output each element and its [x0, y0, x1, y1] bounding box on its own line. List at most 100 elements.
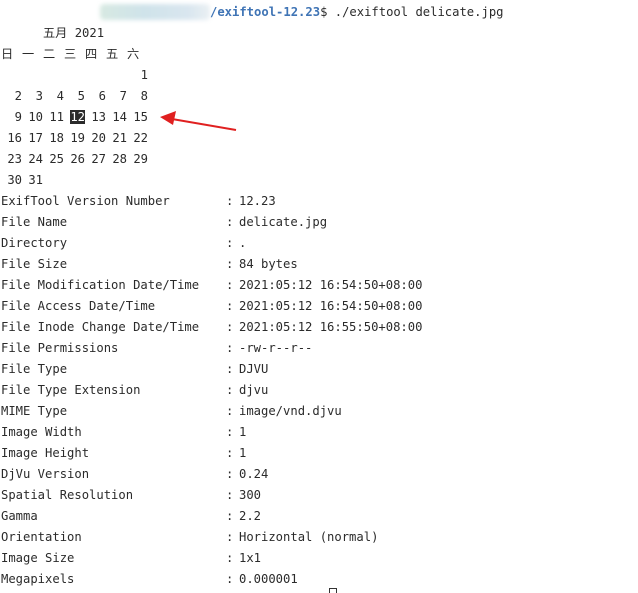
exif-key: MIME Type [1, 404, 68, 418]
exif-key: File Inode Change Date/Time [1, 320, 200, 334]
calendar-day-number: 20 [91, 131, 106, 145]
exif-row: File Permissions: -rw-r--r-- [1, 338, 312, 359]
exif-separator: : [226, 236, 234, 250]
command-text: $ ./exiftool delicate.jpg [320, 5, 504, 19]
exif-value: djvu [239, 383, 269, 397]
exif-row: File Access Date/Time:2021:05:12 16:54:5… [1, 296, 422, 317]
calendar-day-number: 18 [49, 131, 64, 145]
exif-value: 1 [239, 446, 247, 460]
calendar-day-number: 3 [35, 89, 43, 103]
calendar-day-number: 11 [49, 110, 64, 124]
exif-key: File Permissions [1, 341, 119, 355]
calendar-weekday-header: 日一二三四五六 [1, 44, 148, 65]
calendar-day: 29 [127, 149, 148, 170]
calendar-week-row: 2345678 [1, 86, 148, 107]
calendar-day: 28 [106, 149, 127, 170]
calendar-day [64, 65, 85, 86]
exif-row: File Inode Change Date/Time:2021:05:12 1… [1, 317, 422, 338]
exif-row: File Type Extension: djvu [1, 380, 268, 401]
calendar-day: 5 [64, 86, 85, 107]
exif-row: Image Width:1 [1, 422, 246, 443]
calendar-day: 10 [22, 107, 43, 128]
calendar-day-number: 4 [56, 89, 64, 103]
calendar-day-number: 28 [112, 152, 127, 166]
calendar-weekday: 三 [64, 47, 77, 61]
calendar-day-number: 10 [28, 110, 43, 124]
calendar-day: 14 [106, 107, 127, 128]
calendar-day-number: 6 [98, 89, 106, 103]
exif-row: ExifTool Version Number:12.23 [1, 191, 276, 212]
calendar-day [127, 170, 148, 191]
exif-row: MIME Type: image/vnd.djvu [1, 401, 342, 422]
calendar-day: 9 [1, 107, 22, 128]
calendar-day [1, 65, 22, 86]
exif-row: File Size:84 bytes [1, 254, 298, 275]
text-cursor [329, 588, 337, 593]
exif-separator: : [226, 551, 234, 565]
exif-row: DjVu Version:0.24 [1, 464, 268, 485]
calendar-day: 4 [43, 86, 64, 107]
calendar-day-number: 5 [77, 89, 85, 103]
calendar-day-number: 27 [91, 152, 106, 166]
exif-separator: : [226, 425, 234, 439]
exif-value: 1x1 [239, 551, 262, 565]
calendar-day: 27 [85, 149, 106, 170]
calendar-day: 13 [85, 107, 106, 128]
exif-separator: : [226, 215, 234, 229]
exif-row: File Type: DJVU [1, 359, 268, 380]
calendar-day-number: 7 [119, 89, 127, 103]
prompt-path: /exiftool-12.23 [210, 5, 321, 19]
exif-value: 2021:05:12 16:54:50+08:00 [239, 278, 423, 292]
calendar-day-number: 16 [7, 131, 22, 145]
calendar-day: 1 [127, 65, 148, 86]
calendar-day-number: 22 [133, 131, 148, 145]
calendar-day [85, 170, 106, 191]
calendar-day: 17 [22, 128, 43, 149]
calendar-day: 7 [106, 86, 127, 107]
calendar-day-number: 24 [28, 152, 43, 166]
calendar-day-number: 2 [14, 89, 22, 103]
exif-separator: : [226, 383, 234, 397]
exif-separator: : [226, 299, 234, 313]
calendar-day: 26 [64, 149, 85, 170]
calendar-weekday: 六 [127, 47, 140, 61]
exif-value: 300 [239, 488, 262, 502]
calendar-day-number: 29 [133, 152, 148, 166]
exif-separator: : [226, 278, 234, 292]
exif-value: image/vnd.djvu [239, 404, 342, 418]
calendar-day: 18 [43, 128, 64, 149]
calendar-day-number: 13 [91, 110, 106, 124]
calendar-day-number: 26 [70, 152, 85, 166]
exif-row: Image Height:1 [1, 443, 246, 464]
exif-separator: : [226, 257, 234, 271]
calendar-title: 五月 2021 [43, 26, 105, 40]
calendar-day-number: 1 [140, 68, 148, 82]
exif-key: Megapixels [1, 572, 75, 586]
calendar-day [106, 65, 127, 86]
exif-separator: : [226, 530, 234, 544]
calendar-weekday: 四 [85, 47, 98, 61]
calendar-today-highlight: 12 [70, 110, 85, 124]
calendar-week-row: 1 [1, 65, 148, 86]
exif-key: Orientation [1, 530, 82, 544]
exif-separator: : [226, 509, 234, 523]
exif-separator: : [226, 446, 234, 460]
exif-key: DjVu Version [1, 467, 90, 481]
calendar-day: 16 [1, 128, 22, 149]
exif-key: File Type [1, 362, 68, 376]
calendar-weekday: 二 [43, 47, 56, 61]
calendar-day: 30 [1, 170, 22, 191]
exif-value: -rw-r--r-- [239, 341, 313, 355]
calendar-day: 3 [22, 86, 43, 107]
exif-value: DJVU [239, 362, 269, 376]
calendar-day [43, 170, 64, 191]
exif-key: File Size [1, 257, 68, 271]
calendar-day: 15 [127, 107, 148, 128]
exif-value: 12.23 [239, 194, 276, 208]
exif-row: File Name: delicate.jpg [1, 212, 327, 233]
calendar-weekday: 日 [1, 47, 14, 61]
exif-key: Spatial Resolution [1, 488, 134, 502]
calendar-week-row: 23 24 25 26 27 28 29 [1, 149, 148, 170]
exif-key: Directory [1, 236, 68, 250]
calendar-day-number: 17 [28, 131, 43, 145]
